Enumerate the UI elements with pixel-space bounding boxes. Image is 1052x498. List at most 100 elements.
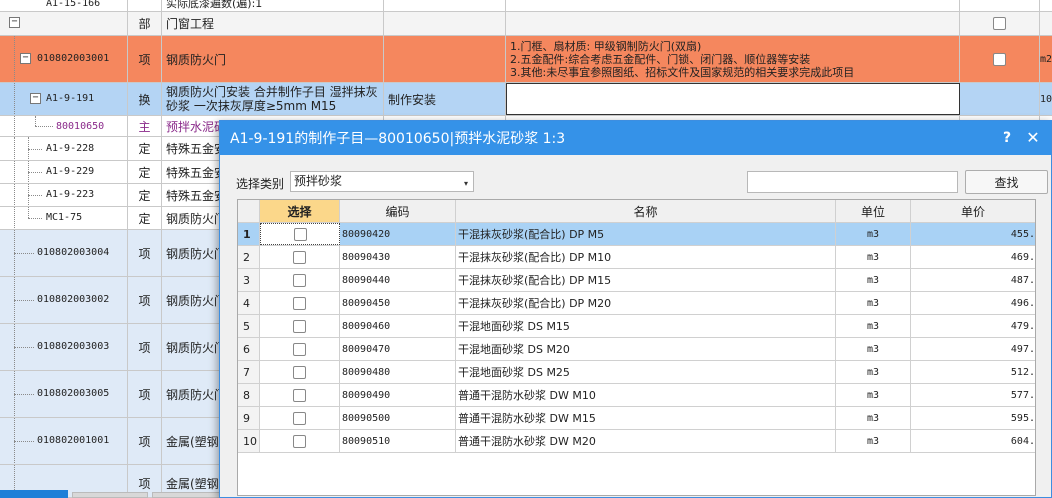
row-price: 496. (1010, 297, 1035, 309)
row-unit: m3 (836, 315, 911, 337)
row-name: 钢质防火门 (166, 387, 227, 402)
category-label: 选择类别 (236, 177, 285, 191)
desc-line: 3.其他:未尽事宜参照图纸、招标文件及国家规范的相关要求完成此项目 (510, 65, 855, 79)
material-grid: 选择 编码 名称 单位 单价 1 80090420 干混抹灰砂浆(配合比) DP… (237, 199, 1036, 496)
header-name[interactable]: 名称 (456, 200, 836, 222)
close-icon[interactable]: ✕ (1023, 128, 1043, 148)
bottom-tab-active[interactable] (0, 490, 68, 498)
row-select-checkbox[interactable] (293, 250, 306, 264)
table-row[interactable]: A1-15-166 实际底漆遍数(遍):1 (0, 0, 1052, 12)
row-number: 1 (238, 223, 260, 245)
row-type: 项 (138, 477, 151, 491)
table-row[interactable]: 6 80090470 干混地面砂浆 DS M20 m3 497. (238, 338, 1035, 361)
table-row[interactable]: 8 80090490 普通干混防水砂浆 DW M10 m3 577. (238, 384, 1035, 407)
table-row[interactable]: 3 80090440 干混抹灰砂浆(配合比) DP M15 m3 487. (238, 269, 1035, 292)
row-checkbox[interactable] (993, 52, 1006, 66)
row-name: 干混地面砂浆 DS M25 (456, 361, 836, 383)
row-name: 干混抹灰砂浆(配合比) DP M10 (456, 246, 836, 268)
row-price: 479. (1010, 320, 1035, 332)
row-price: 455. (1010, 228, 1035, 240)
row-type: 定 (138, 211, 151, 226)
row-unit: m3 (836, 338, 911, 360)
header-price[interactable]: 单价 (911, 200, 1035, 222)
row-unit: m3 (836, 292, 911, 314)
table-row-section[interactable]: − 部 门窗工程 (0, 12, 1052, 36)
row-price: 487. (1010, 274, 1035, 286)
row-select-checkbox[interactable] (293, 388, 306, 402)
row-type: 部 (138, 17, 151, 31)
row-name: 钢质防火门 (166, 52, 227, 67)
row-code: A1-15-166 (46, 0, 101, 9)
collapse-toggle[interactable]: − (20, 53, 31, 64)
row-name: 干混抹灰砂浆(配合比) DP M20 (456, 292, 836, 314)
desc-line: 2.五金配件:综合考虑五金配件、门锁、闭门器、顺位器等安装 (510, 52, 811, 66)
table-row[interactable]: 5 80090460 干混地面砂浆 DS M15 m3 479. (238, 315, 1035, 338)
row-code: 80090440 (340, 269, 456, 291)
row-code: 010802003005 (37, 388, 110, 399)
row-select-checkbox[interactable] (293, 434, 306, 448)
help-icon[interactable]: ? (997, 128, 1017, 148)
row-code: 80090510 (340, 430, 456, 452)
row-name: 普通干混防水砂浆 DW M20 (456, 430, 836, 452)
row-code: 80090490 (340, 384, 456, 406)
row-unit: m3 (836, 407, 911, 429)
dialog-title-bar[interactable]: A1-9-191的制作子目—80010650|预拌水泥砂浆 1:3 ? ✕ (220, 121, 1051, 155)
row-select-checkbox[interactable] (293, 227, 307, 241)
grid-header: 选择 编码 名称 单位 单价 (238, 200, 1035, 223)
collapse-toggle[interactable]: − (9, 17, 20, 28)
row-type: 项 (138, 387, 151, 402)
row-number: 7 (238, 361, 260, 383)
row-code: 010802001001 (37, 435, 110, 446)
bottom-tab[interactable] (72, 492, 148, 498)
row-code: 80090470 (340, 338, 456, 360)
row-unit: m3 (836, 361, 911, 383)
chevron-down-icon: ▾ (463, 179, 468, 188)
table-row[interactable]: 2 80090430 干混抹灰砂浆(配合比) DP M10 m3 469. (238, 246, 1035, 269)
row-select-checkbox[interactable] (293, 411, 306, 425)
row-type: 项 (138, 246, 151, 261)
row-name: 钢质防火门 (166, 293, 227, 308)
row-code: A1-9-223 (46, 189, 95, 200)
row-code: 80090430 (340, 246, 456, 268)
row-code: 80090460 (340, 315, 456, 337)
search-input[interactable] (747, 171, 958, 193)
category-select[interactable]: 预拌砂浆 ▾ (290, 171, 474, 192)
row-desc-editor[interactable] (506, 83, 960, 115)
table-row[interactable]: 4 80090450 干混抹灰砂浆(配合比) DP M20 m3 496. (238, 292, 1035, 315)
table-row[interactable]: 7 80090480 干混地面砂浆 DS M25 m3 512. (238, 361, 1035, 384)
row-unit: m3 (836, 430, 911, 452)
row-name: 钢质防火门 (166, 340, 227, 355)
row-price: 604. (1010, 435, 1035, 447)
row-type: 主 (138, 119, 151, 134)
row-name: 实际底漆遍数(遍):1 (166, 0, 263, 10)
collapse-toggle[interactable]: − (30, 93, 41, 104)
table-row[interactable]: 10 80090510 普通干混防水砂浆 DW M20 m3 604. (238, 430, 1035, 453)
row-type: 定 (138, 188, 151, 203)
table-row-subitem[interactable]: − A1-9-191 换 钢质防火门安装 合并制作子目 湿拌抹灰砂浆 一次抹灰厚… (0, 83, 1052, 116)
table-row[interactable]: 9 80090500 普通干混防水砂浆 DW M15 m3 595. (238, 407, 1035, 430)
row-select-checkbox[interactable] (293, 365, 306, 379)
sub-item-dialog: A1-9-191的制作子目—80010650|预拌水泥砂浆 1:3 ? ✕ 选择… (219, 120, 1052, 498)
table-row[interactable]: 1 80090420 干混抹灰砂浆(配合比) DP M5 m3 455. (238, 223, 1035, 246)
row-number: 3 (238, 269, 260, 291)
table-row-item[interactable]: − 010802003001 项 钢质防火门 1.门框、扇材质: 甲级钢制防火门… (0, 36, 1052, 83)
row-type: 项 (138, 340, 151, 355)
bottom-tab[interactable] (152, 492, 220, 498)
row-select-checkbox[interactable] (293, 319, 306, 333)
header-select[interactable]: 选择 (260, 200, 340, 222)
row-unit: m3 (836, 246, 911, 268)
row-select-checkbox[interactable] (293, 296, 306, 310)
dialog-title: A1-9-191的制作子目—80010650|预拌水泥砂浆 1:3 (230, 131, 566, 147)
row-checkbox[interactable] (993, 17, 1006, 30)
row-number: 9 (238, 407, 260, 429)
row-code: 010802003001 (37, 53, 110, 64)
row-type: 项 (138, 52, 151, 67)
row-code: 80090420 (340, 223, 456, 245)
search-button[interactable]: 查找 (965, 170, 1048, 194)
row-select-checkbox[interactable] (293, 273, 306, 287)
row-code: 80090450 (340, 292, 456, 314)
header-code[interactable]: 编码 (340, 200, 456, 222)
row-select-checkbox[interactable] (293, 342, 306, 356)
header-unit[interactable]: 单位 (836, 200, 911, 222)
row-type: 定 (138, 142, 151, 156)
